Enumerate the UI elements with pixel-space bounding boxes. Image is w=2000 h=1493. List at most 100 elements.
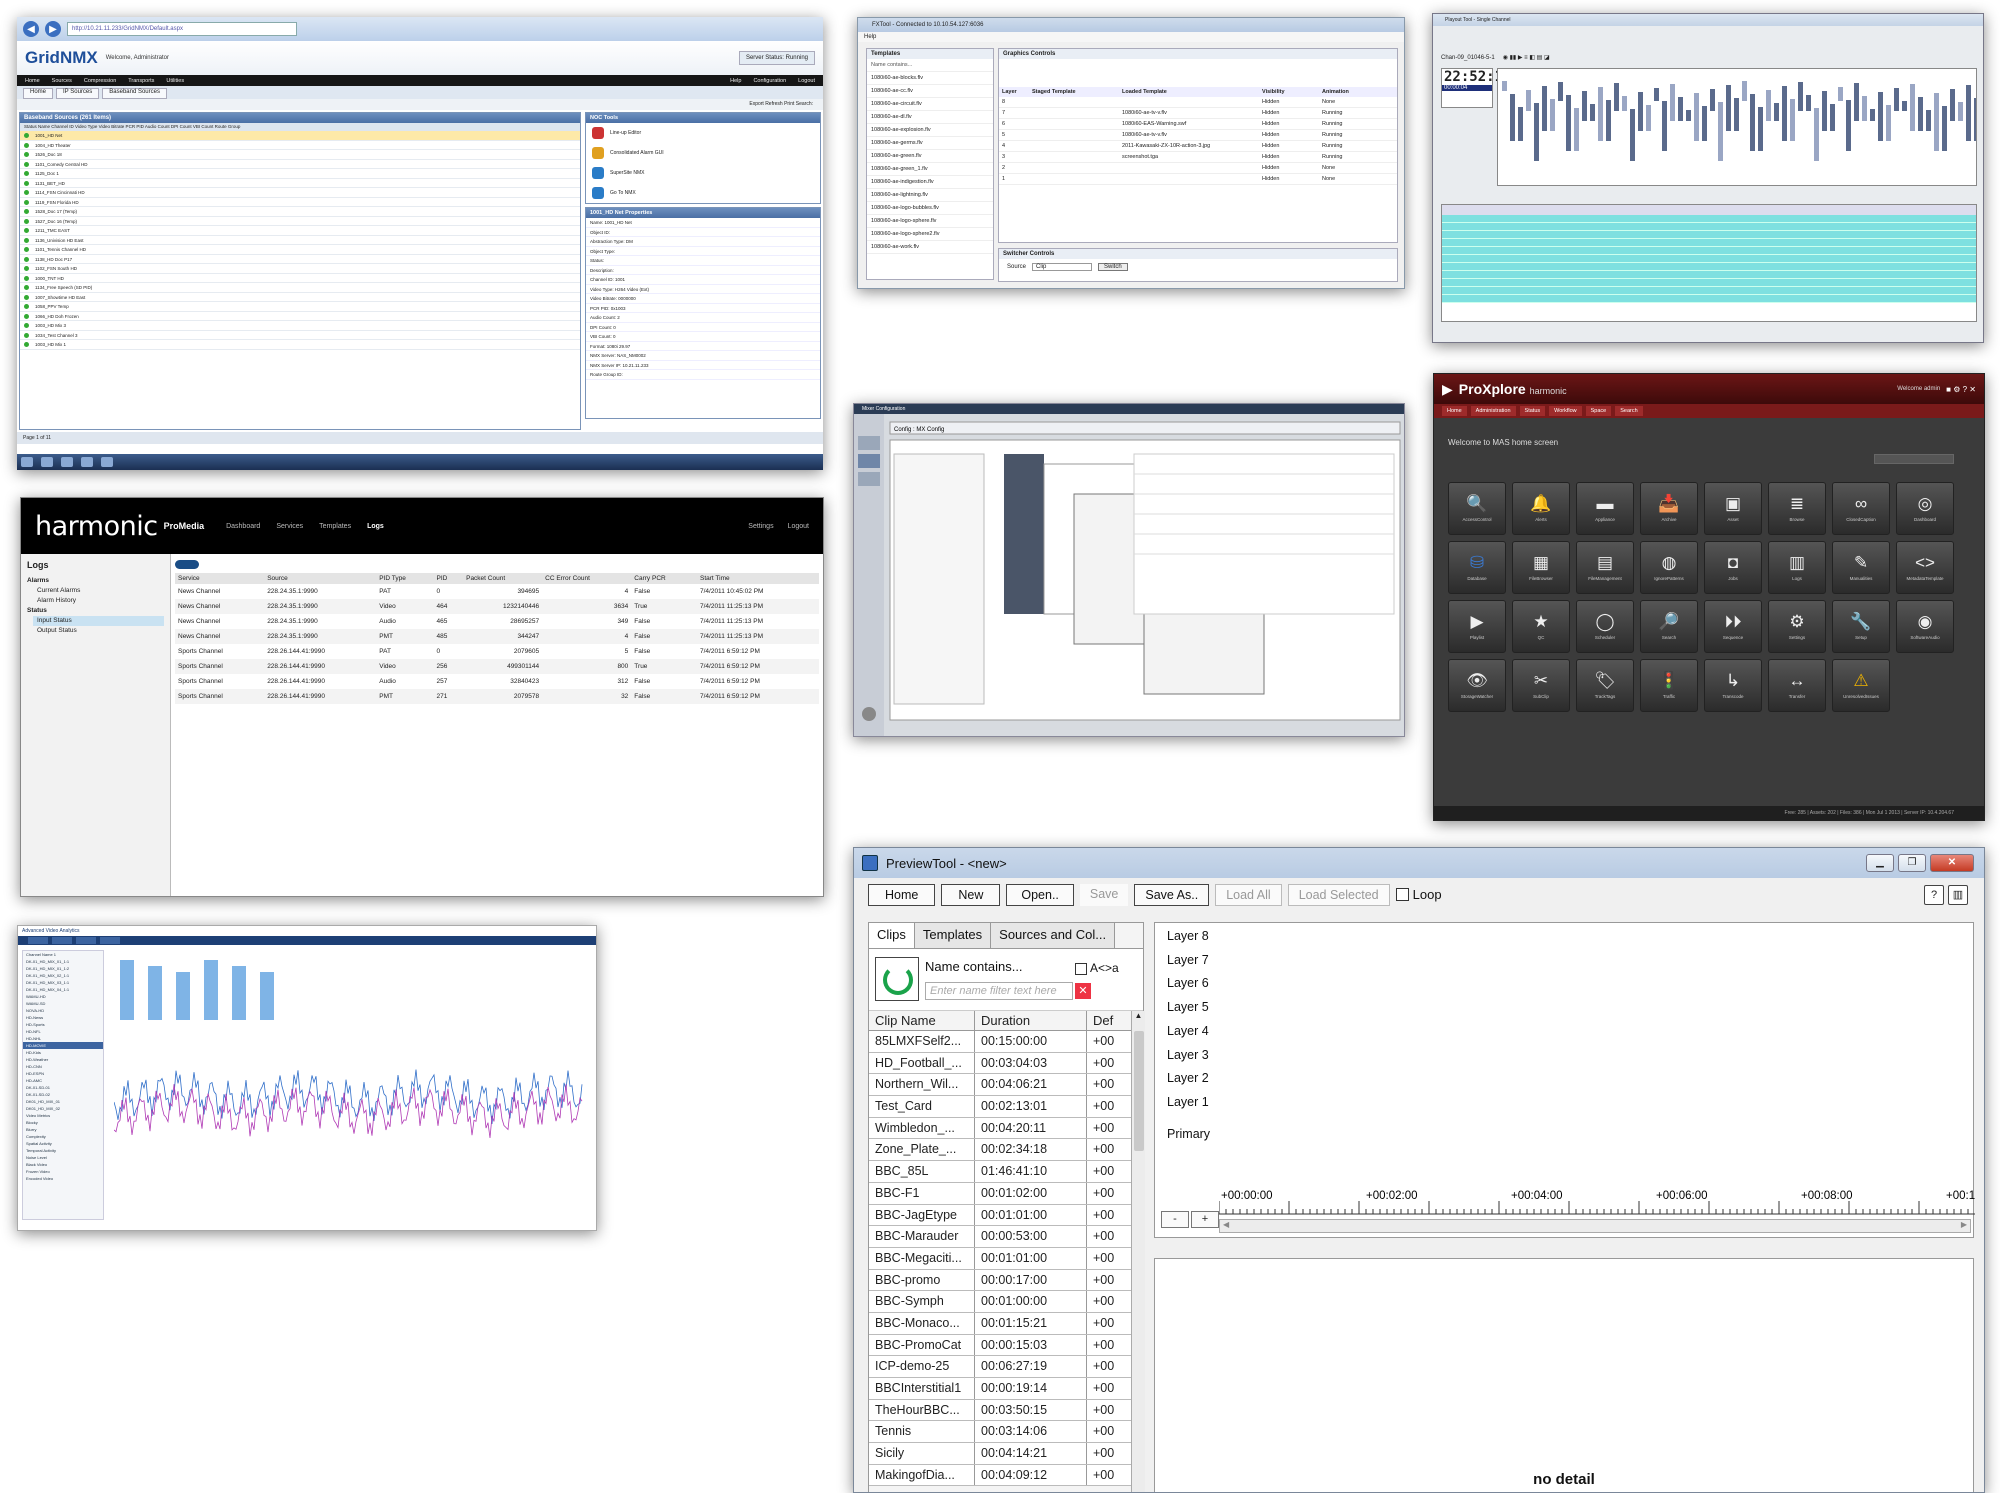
timeline-event[interactable]	[1518, 107, 1523, 141]
channel-item[interactable]: DK-01_HD_MIX_02_1:1	[23, 972, 103, 979]
column-header[interactable]: Source	[264, 573, 377, 584]
tab-clips[interactable]: Clips	[869, 923, 915, 948]
timeline-event[interactable]	[1950, 89, 1955, 121]
forward-button[interactable]: ▶	[45, 21, 61, 37]
menu-logout[interactable]: Logout	[798, 78, 815, 84]
table-row[interactable]: 1134_Free Speech (SD PID)	[20, 283, 580, 293]
timeline-event[interactable]	[1686, 110, 1691, 121]
col-duration[interactable]: Duration	[975, 1011, 1087, 1030]
clip-row[interactable]: BBC-Symph 00:01:00:00 +00	[869, 1291, 1131, 1313]
clip-row[interactable]: Tennis 00:03:14:06 +00	[869, 1421, 1131, 1444]
case-toggle[interactable]: A<>a	[1075, 961, 1119, 975]
timeline-event[interactable]	[1638, 92, 1643, 131]
refresh-button[interactable]	[175, 560, 199, 569]
taskbar-app-icon[interactable]	[101, 457, 113, 467]
open-button[interactable]: Open..	[1006, 884, 1074, 906]
template-item[interactable]: 1080i60-ae-green_1.flv	[867, 163, 993, 176]
nav-services[interactable]: Services	[276, 523, 303, 530]
playlist-row[interactable]	[1442, 287, 1976, 295]
col-clip-name[interactable]: Clip Name	[869, 1011, 975, 1030]
playlist-row[interactable]	[1442, 271, 1976, 279]
timeline-event[interactable]	[1790, 99, 1795, 141]
timeline-event[interactable]	[1726, 85, 1731, 131]
column-header[interactable]: Carry PCR	[631, 573, 697, 584]
channel-item[interactable]: DK-01_HD_MIX_01_1:1	[23, 958, 103, 965]
clip-row[interactable]: Northern_Wil... 00:04:06:21 +00	[869, 1074, 1131, 1097]
metric-checkbox[interactable]: Frozen Video	[23, 1168, 103, 1175]
alarm-gui-link[interactable]: Consolidated Alarm GUI	[586, 143, 820, 163]
channel-item[interactable]: NOVA-HD	[23, 1007, 103, 1014]
channel-item[interactable]: HD-NHL	[23, 1035, 103, 1042]
menu-sources[interactable]: Sources	[52, 78, 72, 84]
menu-utilities[interactable]: Utilities	[166, 78, 184, 84]
timeline-event[interactable]	[1694, 93, 1699, 141]
timeline-event[interactable]	[1846, 100, 1851, 151]
column-header[interactable]: PID Type	[376, 573, 434, 584]
tile-appliance[interactable]: ▬ Appliance	[1576, 482, 1634, 535]
timeline-event[interactable]	[1510, 94, 1515, 141]
timeline-event[interactable]	[1550, 99, 1555, 131]
timeline-event[interactable]	[1838, 87, 1843, 101]
metric-checkbox[interactable]: Black Video	[23, 1161, 103, 1168]
timeline-event[interactable]	[1654, 88, 1659, 101]
table-row[interactable]: Sports Channel 228.26.144.41:9990 Audio 257…	[175, 674, 819, 689]
timeline-event[interactable]	[1526, 90, 1531, 111]
playlist-row[interactable]	[1442, 239, 1976, 247]
timeline-event[interactable]	[1854, 83, 1859, 121]
table-row[interactable]: News Channel 228.24.35.1:9990 Video 464 1232…	[175, 599, 819, 614]
template-item[interactable]: 1080i60-ae-blocks.flv	[867, 72, 993, 85]
playlist-row[interactable]	[1442, 279, 1976, 287]
table-row[interactable]: 1101_Comedy Central HD	[20, 160, 580, 169]
transport-controls[interactable]: ◉ ▮▮ ▶ ≡ ◧ ▤ ◪	[1503, 54, 1550, 61]
timeline-event[interactable]	[1910, 84, 1915, 131]
timeline-event[interactable]	[1902, 101, 1907, 111]
menu-configuration[interactable]: Configuration	[753, 78, 786, 84]
sidebar-item-input-status[interactable]: Input Status	[33, 616, 164, 626]
tile-dashboard[interactable]: ◎ Dashboard	[1896, 482, 1954, 535]
tile-alerts[interactable]: 🔔 Alerts	[1512, 482, 1570, 535]
template-item[interactable]: 1080i60-ae-dl.flv	[867, 111, 993, 124]
supersite-link[interactable]: SuperSite NMX	[586, 163, 820, 183]
sidebar-item-current-alarms[interactable]: Current Alarms	[27, 586, 164, 596]
timeline-event[interactable]	[1590, 104, 1595, 121]
tile-traffic[interactable]: 🚦 Traffic	[1640, 659, 1698, 712]
address-bar[interactable]: http://10.21.11.233/GridNMX/Default.aspx	[67, 22, 297, 36]
start-icon[interactable]	[21, 457, 33, 467]
table-row[interactable]: 1136_Univision HD East	[20, 236, 580, 245]
channel-item[interactable]: WAMU-HD	[23, 993, 103, 1000]
table-row[interactable]: Sports Channel 228.26.144.41:9990 PMT 271 20…	[175, 689, 819, 704]
timeline-event[interactable]	[1662, 101, 1667, 151]
taskbar-app-icon[interactable]	[41, 457, 53, 467]
table-row[interactable]: 1034_Test Channel 3	[20, 331, 580, 340]
layer-row[interactable]: 6 1080i60-EAS-Warning.swf Hidden Running	[999, 119, 1397, 130]
group-status[interactable]: Status	[27, 606, 164, 616]
column-header[interactable]: Service	[175, 573, 265, 584]
clip-row[interactable]: BBC_85L 01:46:41:10 +00	[869, 1161, 1131, 1183]
clip-row[interactable]: HD_Football_... 00:03:04:03 +00	[869, 1052, 1131, 1075]
layer-row[interactable]: 7 1080i60-ae-tv-v.flv Hidden Running	[999, 108, 1397, 119]
playlist-row[interactable]	[1442, 231, 1976, 239]
tile-manualities[interactable]: ✎ Manualities	[1832, 541, 1890, 594]
tile-search[interactable]: 🔎 Search	[1640, 600, 1698, 653]
clip-row[interactable]: BBC-Marauder 00:00:53:00 +00	[869, 1226, 1131, 1248]
channel-item[interactable]: HD-AMC	[23, 1077, 103, 1084]
tab-workflow[interactable]: Workflow	[1549, 406, 1582, 416]
tile-unresolvedissues[interactable]: ⚠ UnresolvedIssues	[1832, 659, 1890, 712]
nav-templates[interactable]: Templates	[319, 523, 351, 530]
tile-ignorepatterns[interactable]: ◍ IgnorePatterns	[1640, 541, 1698, 594]
timeline-event[interactable]	[1502, 81, 1507, 91]
channel-item[interactable]: DK-01-SD-02	[23, 1091, 103, 1098]
clip-scrollbar[interactable]: ▲	[1131, 1011, 1145, 1492]
save-button[interactable]: Save	[1079, 884, 1129, 906]
column-header[interactable]: PID	[433, 573, 464, 584]
tab-home[interactable]: Home	[1442, 406, 1467, 416]
table-row[interactable]: 1003_HD Mix 3	[20, 321, 580, 331]
clip-row[interactable]: BBC-promo 00:00:17:00 +00	[869, 1269, 1131, 1292]
metric-checkbox[interactable]: Blocky	[23, 1119, 103, 1126]
tile-asset[interactable]: ▣ Asset	[1704, 482, 1762, 535]
channel-item[interactable]: HD-ESPN	[23, 1070, 103, 1077]
column-header[interactable]: Start Time	[696, 573, 819, 584]
loop-checkbox[interactable]: Loop	[1395, 886, 1442, 904]
scroll-up-icon[interactable]: ▲	[1132, 1011, 1145, 1020]
timeline-event[interactable]	[1710, 89, 1715, 111]
